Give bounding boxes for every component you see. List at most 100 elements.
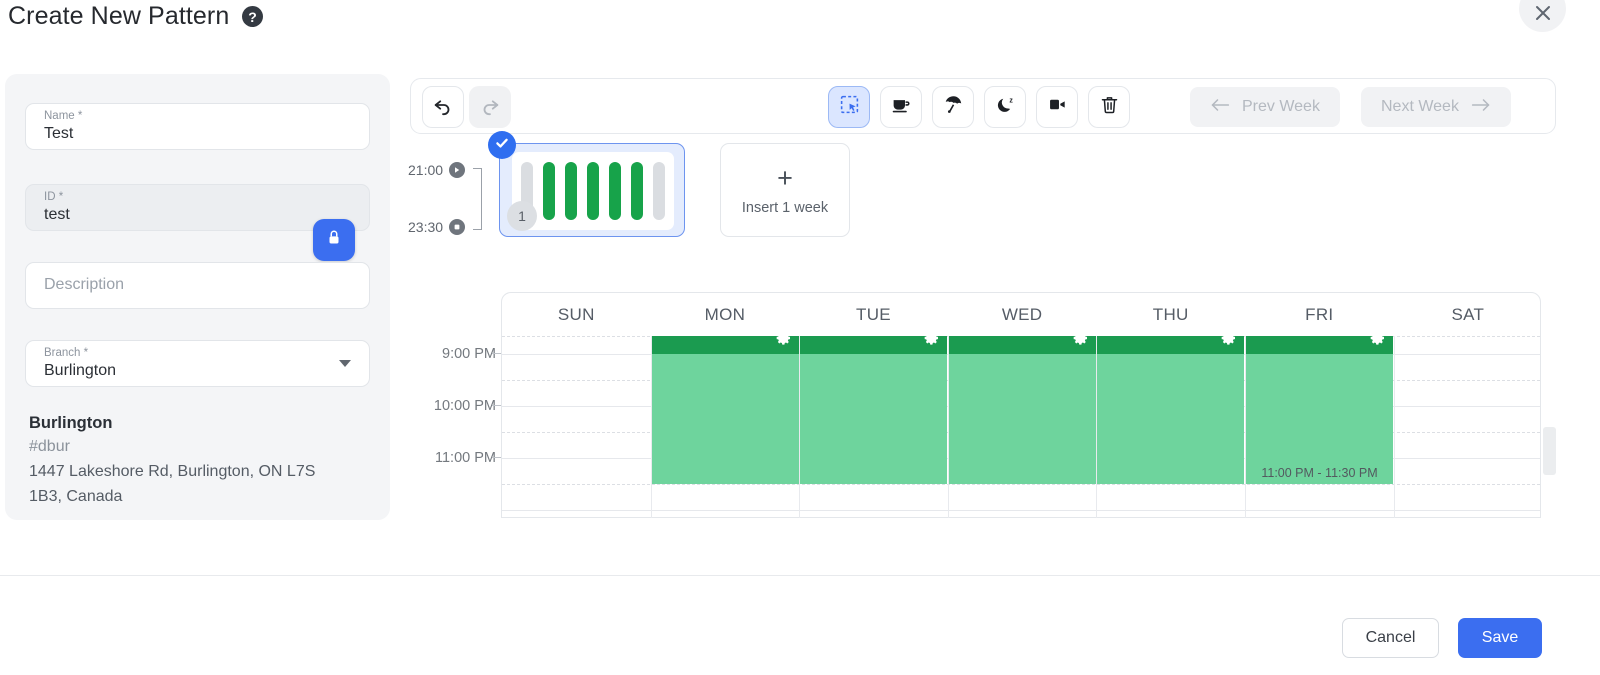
delete-tool-button[interactable] xyxy=(1088,86,1130,128)
day-header-wed: WED xyxy=(1001,304,1043,324)
trash-icon xyxy=(1099,94,1120,120)
shift-body xyxy=(948,354,1096,484)
pattern-end-time: 23:30 xyxy=(408,219,466,235)
prev-week-label: Prev Week xyxy=(1242,98,1320,115)
lock-toggle-button[interactable] xyxy=(313,219,355,261)
gear-icon[interactable] xyxy=(776,336,792,346)
week-calendar: 9:00 PM 10:00 PM 11:00 PM SUN MON TUE WE… xyxy=(408,292,1556,520)
shift-body xyxy=(1097,354,1245,484)
editor-toolbar: z Prev Week Next Week xyxy=(410,78,1556,134)
shift-body xyxy=(651,354,799,484)
selection-marquee-icon xyxy=(839,94,860,120)
close-icon xyxy=(1533,0,1553,28)
check-icon xyxy=(494,135,510,156)
chevron-down-icon[interactable] xyxy=(339,360,351,367)
shift-event-tue[interactable]: 9:00 PM - 11:30 PM xyxy=(800,336,948,484)
shift-event-mon[interactable]: 9:00 PM - 11:30 PM xyxy=(651,336,799,484)
pattern-start-label: 21:00 xyxy=(408,162,444,178)
calendar-grid[interactable]: 9:00 PM - 11:30 PM 9:00 PM - 11:30 PM xyxy=(502,336,1540,518)
time-tick xyxy=(492,353,501,354)
day-header-thu: THU xyxy=(1152,304,1189,324)
shift-header: 9:00 PM - 11:30 PM xyxy=(948,336,1096,354)
shift-time-label: 9:00 PM - 11:30 PM xyxy=(662,336,766,340)
pattern-end-label: 23:30 xyxy=(408,219,444,235)
cancel-button[interactable]: Cancel xyxy=(1342,618,1439,658)
shift-event-fri[interactable]: 9:00 PM - 11:30 PM 11:00 PM - 11:30 PM xyxy=(1246,336,1393,484)
branch-info-name: Burlington xyxy=(29,414,113,432)
time-label: 9:00 PM xyxy=(442,346,496,362)
week-bar xyxy=(565,162,577,220)
branch-label: Branch * xyxy=(44,347,89,359)
time-tick xyxy=(492,457,501,458)
sleep-tool-button[interactable]: z xyxy=(984,86,1026,128)
gear-icon[interactable] xyxy=(1073,336,1089,346)
shift-header: 9:00 PM - 11:30 PM xyxy=(651,336,799,354)
time-tick xyxy=(492,405,501,406)
branch-info-address-line2: 1B3, Canada xyxy=(29,487,123,505)
shift-time-label: 9:00 PM - 11:30 PM xyxy=(1256,336,1360,340)
week-strip: 21:00 23:30 1 + Insert 1 week xyxy=(405,131,1555,250)
calendar-scrollbar[interactable] xyxy=(1543,427,1556,475)
name-label: Name * xyxy=(44,110,83,122)
shift-time-label: 9:00 PM - 11:30 PM xyxy=(810,336,914,340)
gear-icon[interactable] xyxy=(1221,336,1237,346)
shift-time-label: 9:00 PM - 11:30 PM xyxy=(959,336,1063,340)
branch-info: Burlington #dbur 1447 Lakeshore Rd, Burl… xyxy=(29,414,369,510)
dialog-titlebar: Create New Pattern ? xyxy=(0,0,1600,52)
insert-week-button[interactable]: + Insert 1 week xyxy=(720,143,850,237)
grid-line xyxy=(502,484,1540,485)
week-bar xyxy=(587,162,599,220)
svg-text:z: z xyxy=(1009,97,1013,104)
day-header-tue: TUE xyxy=(856,304,891,324)
shift-event-wed[interactable]: 9:00 PM - 11:30 PM xyxy=(948,336,1096,484)
description-field[interactable]: Description xyxy=(25,262,370,309)
video-camera-icon xyxy=(1047,94,1068,120)
footer-divider xyxy=(0,575,1600,576)
name-value: Test xyxy=(44,125,74,142)
id-value: test xyxy=(44,206,70,223)
next-week-button[interactable]: Next Week xyxy=(1361,87,1511,127)
description-placeholder: Description xyxy=(44,276,125,293)
coffee-cup-icon xyxy=(891,94,912,120)
close-button[interactable] xyxy=(1519,0,1566,32)
week-bar xyxy=(609,162,621,220)
branch-select[interactable]: Branch * Burlington xyxy=(25,340,370,387)
time-range-bracket xyxy=(473,168,482,230)
video-tool-button[interactable] xyxy=(1036,86,1078,128)
branch-info-address-line1: 1447 Lakeshore Rd, Burlington, ON L7S xyxy=(29,463,316,480)
calendar-frame: SUN MON TUE WED THU FRI SAT 11:00 PM - 1… xyxy=(501,292,1541,518)
shift-header: 9:00 PM - 11:30 PM xyxy=(1097,336,1245,354)
page-title: Create New Pattern xyxy=(8,2,230,30)
insert-week-label: Insert 1 week xyxy=(741,199,829,216)
shift-body xyxy=(800,354,948,484)
select-tool-button[interactable] xyxy=(828,86,870,128)
save-button[interactable]: Save xyxy=(1458,618,1542,658)
break-tool-button[interactable] xyxy=(880,86,922,128)
gear-icon[interactable] xyxy=(1370,336,1386,346)
undo-icon xyxy=(432,94,454,121)
shift-header: 9:00 PM - 11:30 PM xyxy=(800,336,948,354)
gear-icon[interactable] xyxy=(924,336,940,346)
pattern-form-panel: Name * Test ID * test Description Branch… xyxy=(5,74,390,520)
pattern-start-time: 21:00 xyxy=(408,162,466,178)
redo-button[interactable] xyxy=(469,86,511,128)
week-card[interactable]: 1 xyxy=(488,131,685,237)
name-field[interactable]: Name * Test xyxy=(25,103,370,150)
day-header-mon: MON xyxy=(704,304,746,324)
moon-sleep-icon: z xyxy=(995,94,1016,120)
week-bar xyxy=(543,162,555,220)
day-header-sun: SUN xyxy=(557,304,595,324)
id-label: ID * xyxy=(44,191,64,203)
lock-icon xyxy=(324,228,344,253)
time-label: 10:00 PM xyxy=(433,398,496,414)
shift-time-label: 9:00 PM - 11:30 PM xyxy=(1107,336,1211,340)
grid-line xyxy=(502,510,1540,511)
undo-button[interactable] xyxy=(422,86,464,128)
grid-line xyxy=(1393,336,1395,518)
prev-week-button[interactable]: Prev Week xyxy=(1190,87,1340,127)
shift-event-thu[interactable]: 9:00 PM - 11:30 PM xyxy=(1097,336,1245,484)
day-header-sat: SAT xyxy=(1451,304,1485,324)
week-selected-checkbox[interactable] xyxy=(488,131,516,159)
vacation-tool-button[interactable] xyxy=(932,86,974,128)
help-icon[interactable]: ? xyxy=(242,6,263,27)
